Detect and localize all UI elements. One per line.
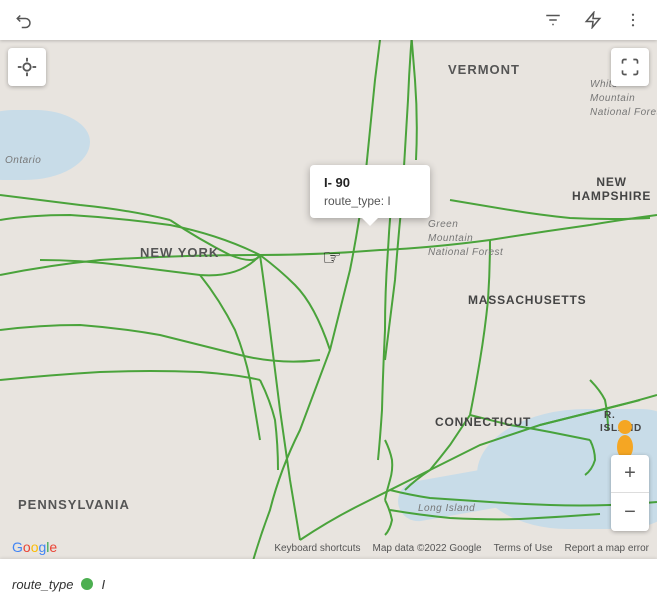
toolbar-left — [10, 6, 38, 34]
tooltip-title: I- 90 — [324, 175, 416, 190]
location-button[interactable] — [8, 48, 46, 86]
keyboard-shortcuts[interactable]: Keyboard shortcuts — [274, 543, 360, 554]
bottom-bar: route_type I — [0, 559, 657, 609]
map-tooltip: I- 90 route_type: I — [310, 165, 430, 218]
more-button[interactable] — [619, 6, 647, 34]
zoom-out-button[interactable]: − — [611, 493, 649, 531]
attribution-bar: Keyboard shortcuts Map data ©2022 Google… — [0, 537, 657, 559]
roads-svg — [0, 0, 657, 609]
fullscreen-button[interactable] — [611, 48, 649, 86]
report-map-error[interactable]: Report a map error — [565, 543, 649, 554]
zoom-controls: + − — [611, 455, 649, 531]
legend-value: I — [101, 577, 105, 592]
terms-of-use[interactable]: Terms of Use — [494, 543, 553, 554]
map-data: Map data ©2022 Google — [372, 543, 481, 554]
map-container[interactable]: VERMONT NEWHAMPSHIRE NEW YORK MASSACHUSE… — [0, 0, 657, 609]
legend: route_type I — [12, 577, 105, 592]
tooltip-body: route_type: I — [324, 194, 416, 208]
legend-dot — [81, 578, 93, 590]
legend-label: route_type — [12, 577, 73, 592]
toolbar-right — [539, 6, 647, 34]
undo-button[interactable] — [10, 6, 38, 34]
filter-button[interactable] — [539, 6, 567, 34]
toolbar — [0, 0, 657, 40]
zoom-in-button[interactable]: + — [611, 455, 649, 493]
flash-button[interactable] — [579, 6, 607, 34]
